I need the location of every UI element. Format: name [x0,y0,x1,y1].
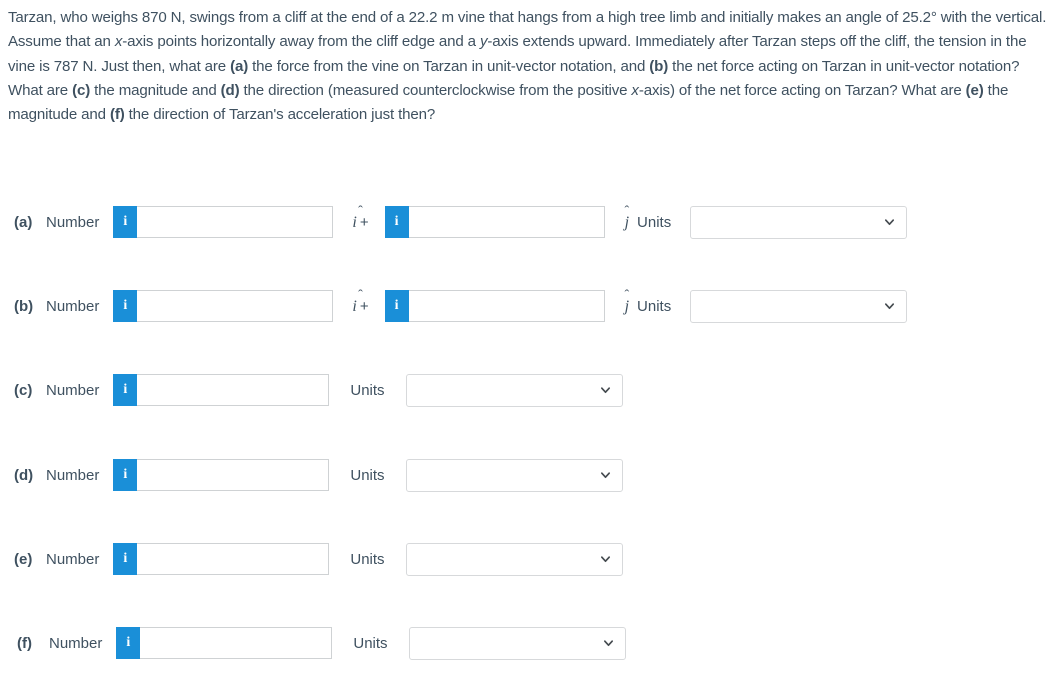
number-entry-f: i [116,627,333,659]
info-icon[interactable]: i [113,543,138,575]
question-segment-16: -axis) of the net force acting on Tarzan… [638,81,966,99]
answer-row-a: (a) Number i ˆ i + i ˆj Units [0,202,908,242]
info-icon[interactable]: i [384,290,409,322]
units-select-e[interactable] [405,542,623,576]
chevron-down-icon [600,472,610,479]
i-letter: i [352,214,357,231]
question-segment-19: (f) [109,106,125,124]
part-label-f: (f) [17,634,32,652]
number-input-a-j[interactable] [408,206,605,238]
number-label-a: Number [46,213,100,231]
answer-row-f: (f) Number i Units [3,623,626,663]
question-segment-7: (a) [230,57,249,75]
number-entry-c: i [113,374,330,406]
units-select-a[interactable] [690,205,908,239]
number-label-f: Number [49,634,103,652]
info-icon[interactable]: i [116,627,141,659]
part-label-e: (e) [14,550,33,568]
question-segment-4: -axis points horizontally away from the … [122,33,480,51]
chevron-down-icon [603,640,613,647]
question-segment-17: (e) [965,81,984,99]
info-icon[interactable]: i [384,206,409,238]
i-hat-symbol: ˆ i + [352,205,368,232]
chevron-down-icon [600,387,610,394]
info-icon[interactable]: i [113,459,138,491]
number-entry-a-i: i [113,206,334,238]
units-select-c[interactable] [405,373,623,407]
question-statement: Tarzan, who weighs 870 N, swings from a … [8,6,1054,127]
number-entry-b-j: i [384,290,605,322]
question-segment-0: Tarzan, who weighs [8,9,142,26]
question-segment-14: the direction (measured counterclockwise… [239,81,632,99]
question-segment-20: the direction of Tarzan's acceleration j… [124,106,436,124]
number-input-d[interactable] [137,459,330,491]
i-hat-symbol: ˆ i + [352,289,368,316]
hat-mark-i: ˆ [358,204,363,219]
number-input-b-i[interactable] [137,290,334,322]
info-icon[interactable]: i [113,290,138,322]
number-entry-a-j: i [384,206,605,238]
units-label-f: Units [353,634,388,652]
chevron-down-icon [885,303,895,310]
number-label-e: Number [46,550,100,568]
number-label-c: Number [46,381,100,399]
answer-row-e: (e) Number i Units [0,539,623,579]
part-label-b: (b) [14,297,34,315]
answer-row-d: (d) Number i Units [0,455,623,495]
answer-row-c: (c) Number i Units [0,370,623,410]
part-label-c: (c) [14,381,33,399]
number-label-b: Number [46,297,100,315]
number-input-b-j[interactable] [408,290,605,322]
info-icon[interactable]: i [113,206,138,238]
i-letter: i [352,298,357,315]
j-hat-symbol: ˆj [624,289,629,316]
units-label-e: Units [350,550,385,568]
number-input-a-i[interactable] [137,206,334,238]
units-select-b[interactable] [690,289,908,323]
number-entry-b-i: i [113,290,334,322]
units-label-b: Units [637,297,672,315]
j-hat-symbol: ˆj [624,205,629,232]
hat-mark-j: ˆ [624,288,630,303]
chevron-down-icon [600,556,610,563]
number-input-e[interactable] [137,543,330,575]
units-label-c: Units [350,381,385,399]
number-entry-d: i [113,459,330,491]
info-icon[interactable]: i [113,374,138,406]
hat-mark-j: ˆ [624,204,630,219]
question-segment-12: the magnitude and [90,81,221,99]
number-input-f[interactable] [140,627,333,659]
units-label-d: Units [350,466,385,484]
answer-row-b: (b) Number i ˆ i + i ˆj Units [0,286,908,326]
hat-mark-i: ˆ [358,288,363,303]
units-select-f[interactable] [408,626,626,660]
units-select-d[interactable] [405,458,623,492]
question-segment-13: (d) [220,81,240,99]
chevron-down-icon [885,219,895,226]
question-segment-15: x [631,81,639,99]
question-segment-1: 870 N [141,9,182,26]
question-segment-9: (b) [649,57,669,75]
question-segment-11: (c) [72,81,91,99]
number-label-d: Number [46,466,100,484]
part-label-d: (d) [14,466,34,484]
question-segment-8: the force from the vine on Tarzan in uni… [248,57,650,75]
number-input-c[interactable] [137,374,330,406]
units-label-a: Units [637,213,672,231]
number-entry-e: i [113,543,330,575]
part-label-a: (a) [14,213,33,231]
